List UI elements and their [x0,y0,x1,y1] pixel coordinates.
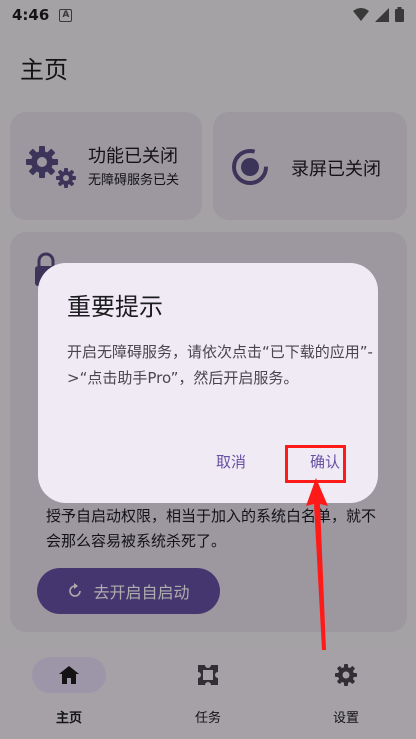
dialog-body: 开启无障碍服务，请依次点击“已下载的应用”->“点击助手Pro”，然后开启服务。 [67,343,373,387]
red-arrow-icon [306,478,328,650]
dialog-title: 重要提示 [67,293,163,321]
dialog-cancel-button[interactable]: 取消 [203,447,259,477]
